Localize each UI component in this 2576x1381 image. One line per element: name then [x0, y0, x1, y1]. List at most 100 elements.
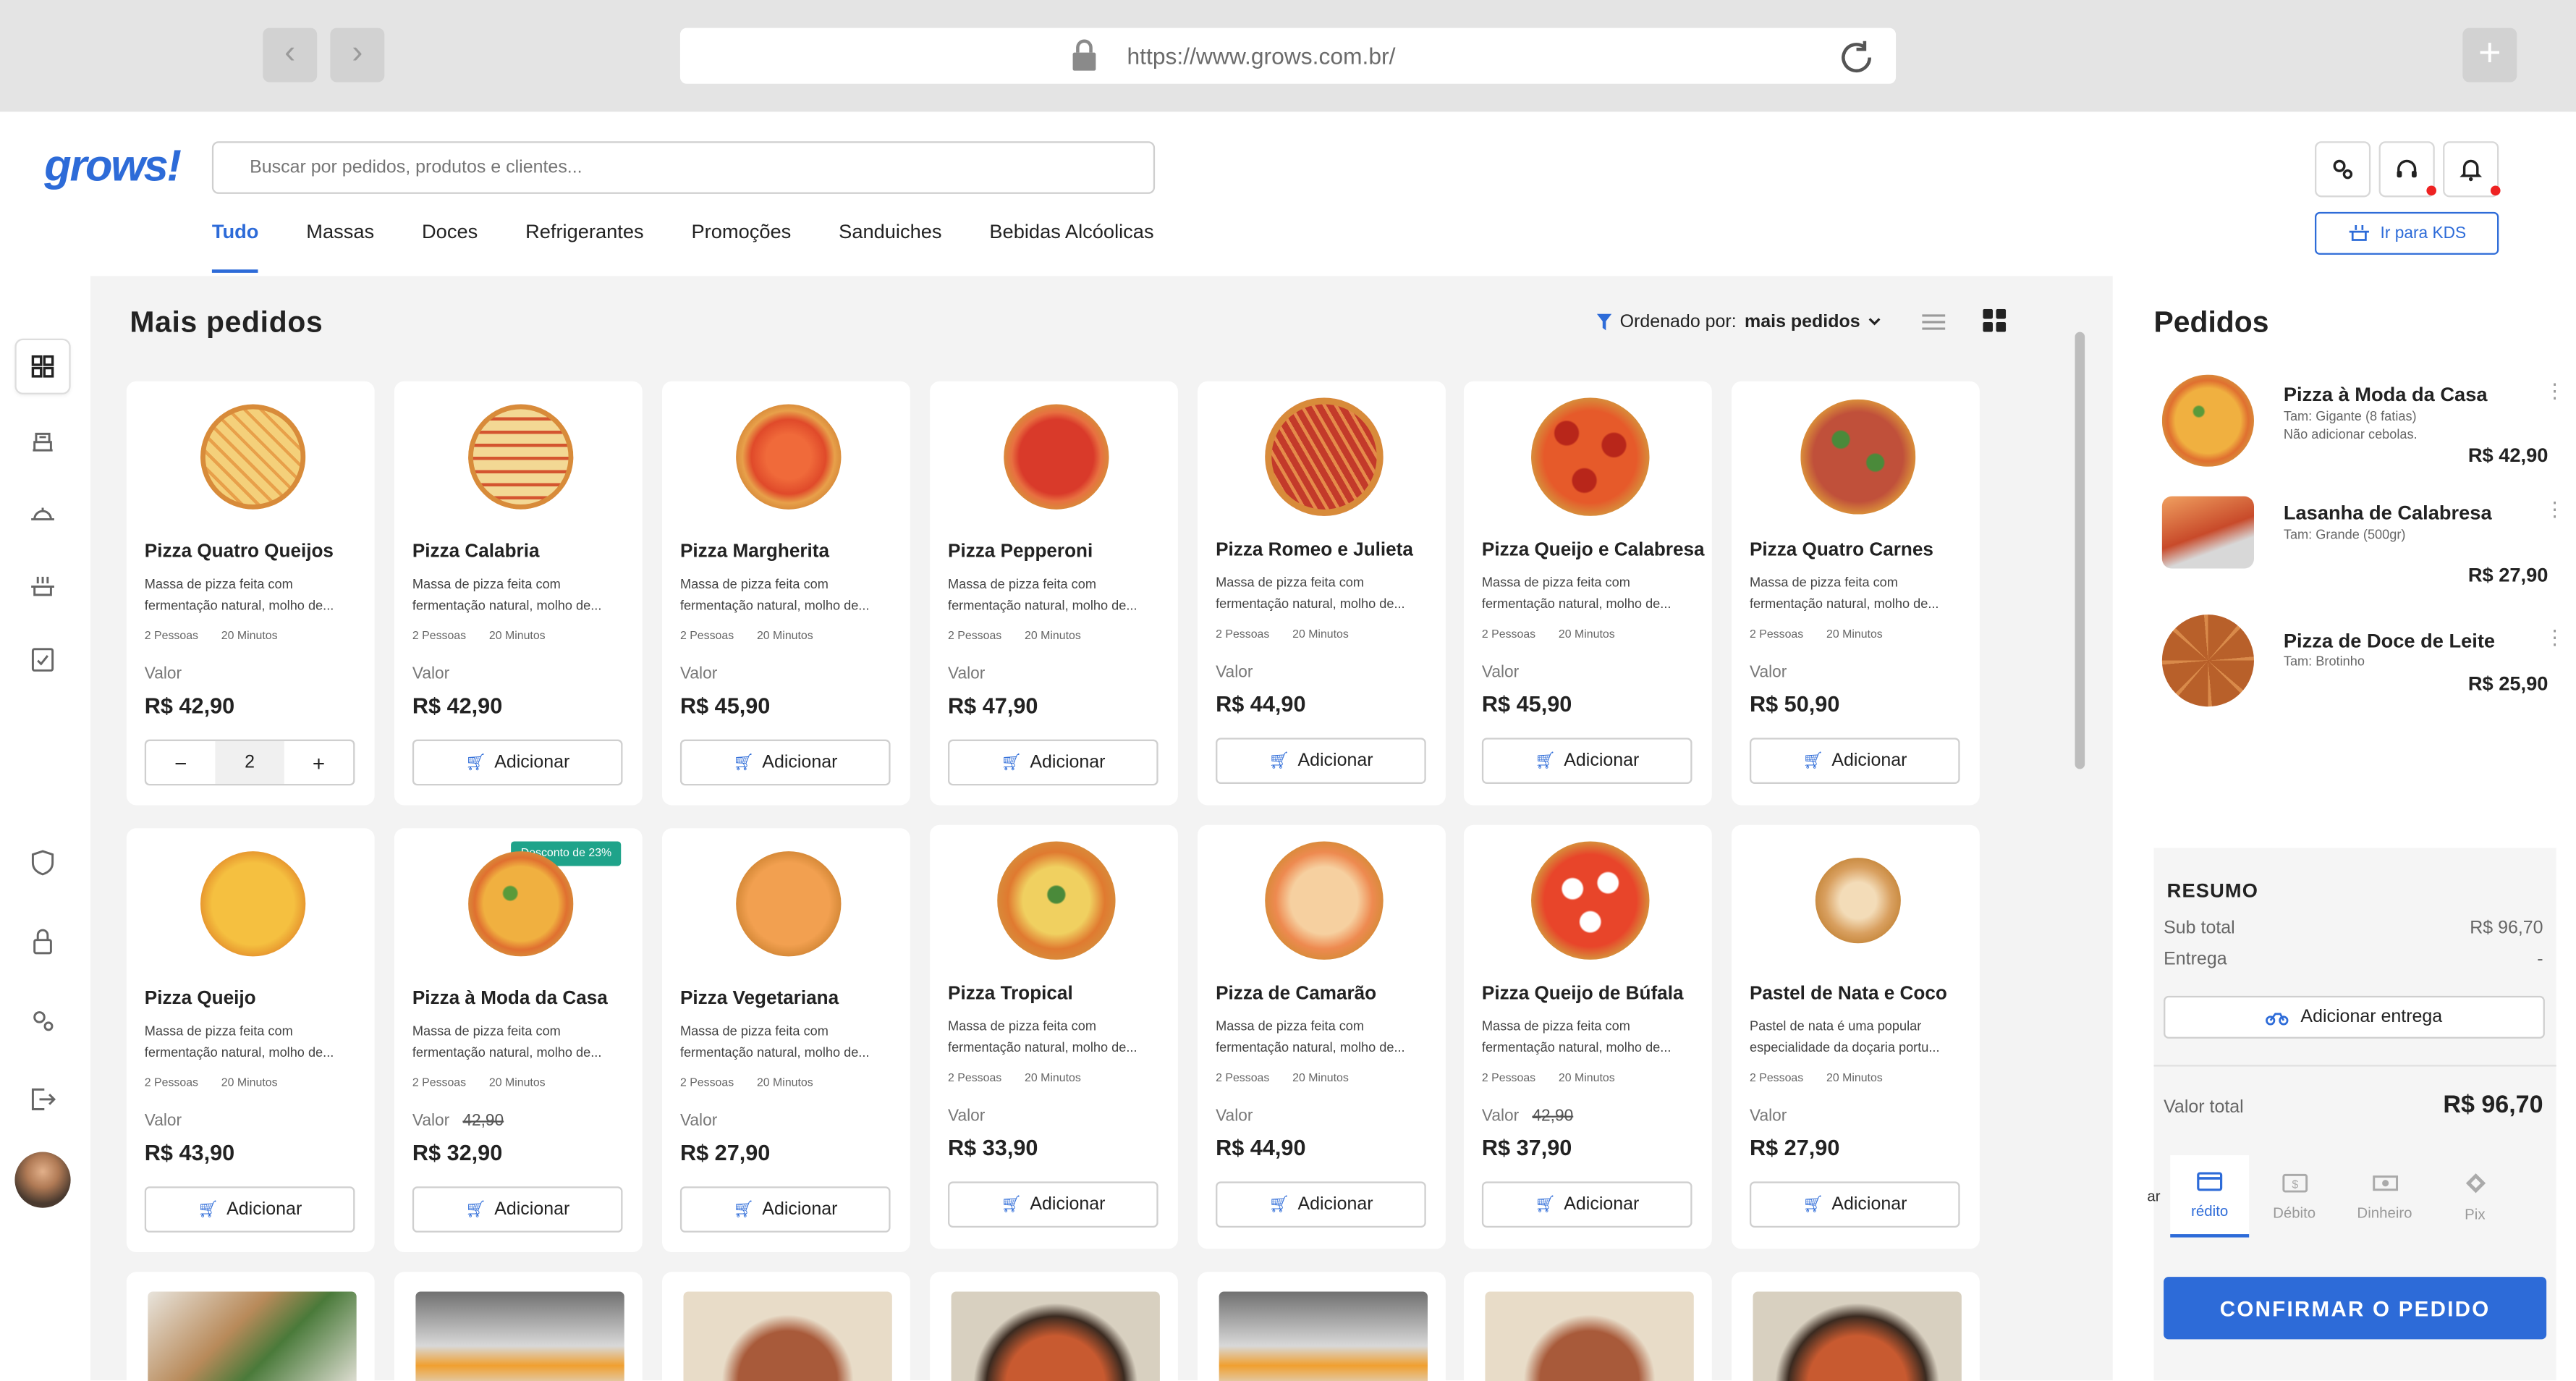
delivery-row: Entrega -: [2164, 950, 2543, 969]
pizza-image: [997, 841, 1116, 960]
product-card[interactable]: Pizza Margherita Massa de pizza feita co…: [661, 381, 910, 806]
confirm-order-button[interactable]: CONFIRMAR O PEDIDO: [2164, 1277, 2547, 1340]
product-price: R$ 37,90: [1481, 1135, 1572, 1160]
reload-icon[interactable]: [1836, 38, 1876, 77]
list-view-icon[interactable]: [1920, 309, 1946, 335]
sidebar-item-security[interactable]: [14, 835, 70, 890]
price-label: Valor: [948, 665, 986, 684]
product-card[interactable]: Pizza Quatro Queijos Massa de pizza feit…: [126, 381, 375, 806]
product-card[interactable]: [126, 1272, 375, 1381]
address-bar[interactable]: https://www.grows.com.br/: [679, 28, 1897, 84]
cart-icon: 🛒︎: [733, 753, 754, 772]
product-card[interactable]: Pizza Vegetariana Massa de pizza feita c…: [661, 828, 910, 1253]
decrement-button[interactable]: −: [146, 741, 215, 784]
product-card[interactable]: Pizza Romeo e Julieta Massa de pizza fei…: [1198, 381, 1446, 806]
add-button[interactable]: 🛒︎ Adicionar: [948, 739, 1158, 786]
add-button[interactable]: 🛒︎ Adicionar: [679, 739, 891, 786]
more-options-icon[interactable]: ⋮: [2545, 379, 2564, 402]
tab-doces[interactable]: Doces: [422, 220, 478, 273]
add-button[interactable]: 🛒︎ Adicionar: [1749, 738, 1960, 784]
add-button[interactable]: 🛒︎ Adicionar: [1481, 1181, 1692, 1228]
people-label: 2 Pessoas: [412, 1078, 467, 1090]
add-button[interactable]: 🛒︎ Adicionar: [144, 1186, 355, 1233]
grid-view-icon[interactable]: [1983, 308, 2007, 332]
order-image: [2161, 496, 2255, 569]
people-label: 2 Pessoas: [1481, 1073, 1536, 1085]
product-card[interactable]: [1463, 1272, 1712, 1381]
sort-dropdown[interactable]: Ordenado por: mais pedidos: [1596, 312, 1881, 332]
add-button[interactable]: 🛒︎ Adicionar: [412, 739, 623, 786]
scrollbar[interactable]: [2075, 331, 2085, 769]
product-card[interactable]: [1732, 1272, 1980, 1381]
sidebar-item-kitchen[interactable]: [14, 559, 70, 615]
order-item[interactable]: Lasanha de Calabresa Tam: Grande (500gr)…: [2154, 496, 2564, 595]
total-label: Valor total: [2164, 1097, 2244, 1118]
add-button[interactable]: 🛒︎ Adicionar: [1216, 738, 1426, 784]
support-button[interactable]: [2378, 141, 2437, 198]
add-button[interactable]: 🛒︎ Adicionar: [1481, 738, 1692, 784]
new-tab-button[interactable]: +: [2462, 28, 2517, 83]
product-card[interactable]: Pizza Queijo e Calabresa Massa de pizza …: [1463, 381, 1712, 806]
search-input[interactable]: [211, 141, 1156, 194]
tab-tudo[interactable]: Tudo: [211, 220, 260, 273]
product-card[interactable]: [930, 1272, 1178, 1381]
add-button[interactable]: 🛒︎ Adicionar: [1216, 1181, 1426, 1228]
payment-credit[interactable]: rédito: [2170, 1155, 2250, 1238]
add-delivery-button[interactable]: Adicionar entrega: [2164, 995, 2545, 1039]
payment-pix[interactable]: Pix: [2430, 1155, 2520, 1238]
kds-button[interactable]: Ir para KDS: [2315, 211, 2499, 255]
add-button[interactable]: 🛒︎ Adicionar: [679, 1186, 891, 1233]
product-card[interactable]: Pizza Tropical Massa de pizza feita com …: [930, 824, 1178, 1249]
tab-massas[interactable]: Massas: [306, 220, 374, 273]
product-card[interactable]: Pizza Pepperoni Massa de pizza feita com…: [930, 381, 1178, 806]
payment-cash[interactable]: Dinheiro: [2339, 1155, 2430, 1238]
product-card[interactable]: [1198, 1272, 1446, 1381]
tab-refrigerantes[interactable]: Refrigerantes: [525, 220, 644, 273]
product-card[interactable]: Pizza Quatro Carnes Massa de pizza feita…: [1732, 381, 1980, 806]
payment-option-partial[interactable]: ar: [2147, 1188, 2170, 1205]
tab-sanduiches[interactable]: Sanduiches: [839, 220, 941, 273]
more-options-icon[interactable]: ⋮: [2545, 498, 2564, 521]
product-card[interactable]: [394, 1272, 643, 1381]
tab-promocoes[interactable]: Promoções: [691, 220, 791, 273]
payment-debit[interactable]: $ Débito: [2249, 1155, 2339, 1238]
main-panel: Mais pedidos Ordenado por: mais pedidos …: [90, 276, 2113, 1381]
order-item[interactable]: Pizza de Doce de Leite Tam: Brotinho R$ …: [2154, 615, 2564, 713]
back-button[interactable]: ‹: [263, 28, 318, 83]
sidebar-item-settings[interactable]: [14, 992, 70, 1048]
product-card[interactable]: Desconto de 23% Pizza à Moda da Casa Mas…: [394, 828, 643, 1253]
add-button[interactable]: 🛒︎ Adicionar: [1749, 1181, 1960, 1228]
product-meta: 2 Pessoas 20 Minutos: [1216, 1073, 1349, 1085]
product-card[interactable]: Pizza de Camarão Massa de pizza feita co…: [1198, 824, 1446, 1249]
tab-bebidas-alcoolicas[interactable]: Bebidas Alcóolicas: [989, 220, 1153, 273]
product-card[interactable]: Pizza Queijo Massa de pizza feita com fe…: [126, 828, 375, 1253]
notifications-button[interactable]: [2443, 141, 2501, 198]
add-button[interactable]: 🛒︎ Adicionar: [412, 1186, 623, 1233]
user-avatar[interactable]: [14, 1152, 71, 1208]
settings-button[interactable]: [2315, 141, 2371, 198]
order-name: Pizza de Doce de Leite: [2283, 629, 2496, 653]
shield-icon: [31, 850, 54, 876]
add-label: Adicionar: [1564, 751, 1640, 771]
time-label: 20 Minutos: [1292, 1073, 1349, 1085]
product-card[interactable]: Pastel de Nata e Coco Pastel de nata é u…: [1732, 824, 1980, 1249]
product-card[interactable]: [661, 1272, 910, 1381]
sidebar-item-checklist[interactable]: [14, 631, 70, 687]
product-card[interactable]: Pizza Calabria Massa de pizza feita com …: [394, 381, 643, 806]
sidebar-item-logout[interactable]: [14, 1071, 70, 1127]
forward-button[interactable]: ›: [330, 28, 385, 83]
sidebar-item-lock[interactable]: [14, 913, 70, 969]
more-options-icon[interactable]: ⋮: [2545, 626, 2564, 649]
increment-button[interactable]: +: [284, 741, 353, 784]
cart-icon: 🛒︎: [1535, 751, 1556, 770]
sidebar-item-dish[interactable]: [14, 485, 70, 541]
product-card[interactable]: Pizza Queijo de Búfala Massa de pizza fe…: [1463, 824, 1712, 1249]
grows-logo[interactable]: grows!: [44, 141, 182, 192]
quantity-stepper[interactable]: − 2 +: [144, 739, 355, 786]
sidebar-item-dashboard[interactable]: [14, 338, 71, 394]
product-name: Pizza Quatro Queijos: [144, 542, 334, 562]
sidebar-item-register[interactable]: [14, 413, 70, 468]
order-item[interactable]: Pizza à Moda da Casa Tam: Gigante (8 fat…: [2154, 374, 2564, 473]
add-button[interactable]: 🛒︎ Adicionar: [948, 1181, 1158, 1228]
pizza-image: [1265, 841, 1384, 960]
